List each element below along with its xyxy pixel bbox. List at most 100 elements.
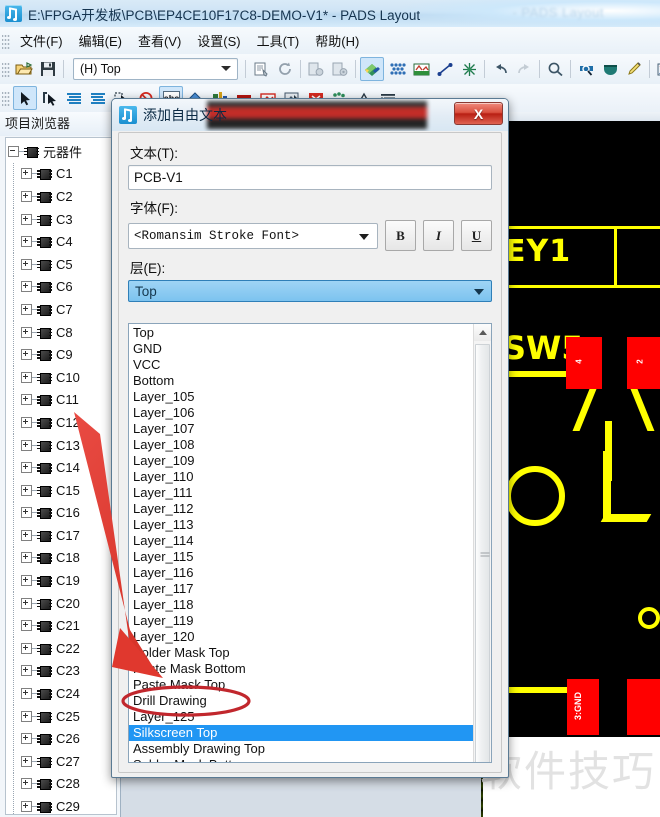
expand-toggle-icon[interactable] [21,371,32,383]
menu-edit[interactable]: 编辑(E) [71,28,130,53]
expand-toggle-icon[interactable] [21,236,32,248]
expand-toggle-icon[interactable] [21,213,32,225]
tree-item[interactable]: C5 [6,252,116,276]
expand-toggle-icon[interactable] [21,575,32,587]
menu-settings[interactable]: 设置(S) [189,28,248,53]
menubar-grip-icon[interactable] [2,32,10,49]
layer-option[interactable]: Top [129,325,473,341]
tree-item[interactable]: C23 [6,659,116,683]
layer-combobox[interactable]: Top [128,280,492,302]
collapse-toggle-icon[interactable] [8,145,19,157]
route-layer1-icon[interactable] [63,87,85,109]
expand-toggle-icon[interactable] [21,597,32,609]
splitplane-icon[interactable] [458,58,480,80]
layer-option-list[interactable]: Top GND VCC Bottom Layer_105 Layer_106 Layer_1… [129,324,473,762]
menu-tools[interactable]: 工具(T) [249,28,308,53]
print-preview-icon[interactable] [654,58,660,80]
tree-item[interactable]: C18 [6,546,116,570]
expand-toggle-icon[interactable] [21,394,32,406]
expand-toggle-icon[interactable] [21,507,32,519]
tree-item[interactable]: C25 [6,704,116,728]
expand-toggle-icon[interactable] [21,801,32,813]
close-icon[interactable]: X [454,102,503,125]
menu-view[interactable]: 查看(V) [130,28,189,53]
tree-item[interactable]: C8 [6,320,116,344]
tree-item[interactable]: C2 [6,185,116,208]
layers-paint-icon[interactable] [360,57,384,81]
layer-option[interactable]: Paste Mask Top [129,677,473,693]
eco-properties-icon[interactable] [305,58,327,80]
expand-toggle-icon[interactable] [21,733,32,745]
open-folder-icon[interactable] [13,58,35,80]
expand-toggle-icon[interactable] [21,190,32,202]
layer-option[interactable]: Layer_119 [129,613,473,629]
toolbar2-grip-icon[interactable] [2,90,10,106]
layer-option-selected[interactable]: Silkscreen Top [129,725,473,741]
expand-toggle-icon[interactable] [21,303,32,315]
tree-item[interactable]: C26 [6,727,116,751]
expand-toggle-icon[interactable] [21,552,32,564]
layer-option[interactable]: Drill Drawing [129,693,473,709]
pour-icon[interactable] [386,58,408,80]
tree-item[interactable]: C14 [6,456,116,479]
layer-option[interactable]: Layer_111 [129,485,473,501]
tree-item[interactable]: C24 [6,682,116,705]
expand-toggle-icon[interactable] [21,642,32,654]
tree-item[interactable]: C1 [6,162,116,186]
expand-toggle-icon[interactable] [21,665,32,677]
zoom-icon[interactable] [544,58,566,80]
layer-option[interactable]: Layer_108 [129,437,473,453]
expand-toggle-icon[interactable] [21,281,32,293]
tree-item[interactable]: C28 [6,772,116,796]
tree-item[interactable]: C29 [6,795,116,814]
layer-dropdown-list[interactable]: Top GND VCC Bottom Layer_105 Layer_106 Layer_1… [128,323,492,763]
tree-item[interactable]: C27 [6,750,116,773]
underline-button[interactable]: U [461,220,492,251]
italic-button[interactable]: I [423,220,454,251]
expand-toggle-icon[interactable] [21,258,32,270]
layer-option[interactable]: Solder Mask Bottom [129,757,473,762]
component-tree[interactable]: 元器件 C1 C2 C3 C4 C5 C6 C7 C8 C9 C10 C11 C12 C13 C14 C15 C… [5,137,117,815]
highlight-brush-icon[interactable] [623,58,645,80]
layer-option[interactable]: Paste Mask Bottom [129,661,473,677]
route-line-icon[interactable] [434,58,456,80]
tree-item[interactable]: C13 [6,433,116,457]
expand-toggle-icon[interactable] [21,168,32,180]
route-layer2-icon[interactable] [87,87,109,109]
tree-item[interactable]: C4 [6,230,116,253]
expand-toggle-icon[interactable] [21,349,32,361]
undo-icon[interactable] [489,58,511,80]
dropdown-scrollbar[interactable] [473,324,491,762]
menu-file[interactable]: 文件(F) [12,28,71,53]
active-layer-combobox[interactable]: (H) Top [73,58,238,80]
zoom-fit-icon[interactable] [599,58,621,80]
layer-option[interactable]: Layer_105 [129,389,473,405]
layer-option[interactable]: Layer_114 [129,533,473,549]
layer-option[interactable]: VCC [129,357,473,373]
expand-toggle-icon[interactable] [21,710,32,722]
tree-item[interactable]: C12 [6,411,116,434]
tree-item[interactable]: C19 [6,569,116,592]
layer-option[interactable]: Layer_112 [129,501,473,517]
refresh-icon[interactable] [274,58,296,80]
font-combobox[interactable]: <Romansim Stroke Font> [128,222,378,249]
tree-item[interactable]: C7 [6,298,116,321]
layer-option[interactable]: Bottom [129,373,473,389]
board-outline-icon[interactable] [410,58,432,80]
text-input[interactable] [128,165,492,190]
scroll-up-arrow-icon[interactable] [474,324,491,341]
layer-option[interactable]: Layer_113 [129,517,473,533]
layer-option[interactable]: Solder Mask Top [129,645,473,661]
expand-toggle-icon[interactable] [21,529,32,541]
layer-option[interactable]: Layer_117 [129,581,473,597]
expand-toggle-icon[interactable] [21,326,32,338]
menu-help[interactable]: 帮助(H) [307,28,367,53]
tree-item[interactable]: C10 [6,365,116,389]
tree-item[interactable]: C17 [6,524,116,547]
expand-toggle-icon[interactable] [21,755,32,767]
tree-item[interactable]: C20 [6,591,116,615]
layer-option[interactable]: Layer_109 [129,453,473,469]
layer-option[interactable]: Layer_118 [129,597,473,613]
tree-item[interactable]: C11 [6,388,116,412]
expand-toggle-icon[interactable] [21,462,32,474]
